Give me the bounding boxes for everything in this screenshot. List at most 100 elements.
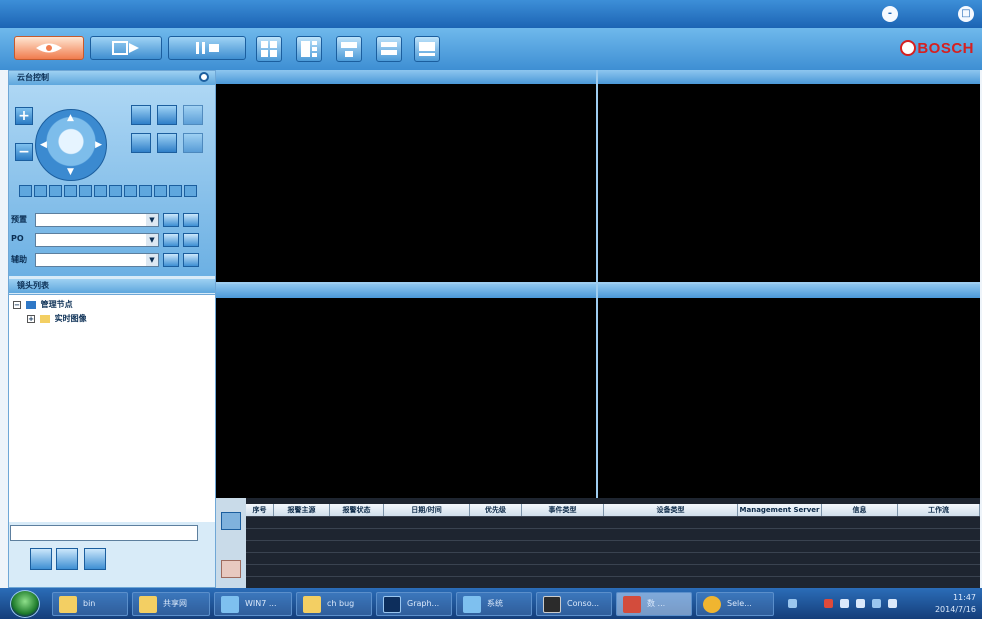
col-header[interactable]: 设备类型	[604, 504, 738, 516]
left-arrow-icon[interactable]: ◀	[40, 140, 47, 150]
minimize-button[interactable]: -	[882, 6, 898, 22]
tree-node-child[interactable]: + 实时图像	[27, 313, 87, 325]
main-toolbar: BOSCH	[0, 28, 982, 70]
chevron-down-icon[interactable]: ▼	[146, 214, 158, 226]
preset-key[interactable]	[124, 185, 137, 197]
wiper-button[interactable]	[183, 133, 203, 153]
pause-button[interactable]	[168, 36, 246, 60]
add-camera-button[interactable]	[30, 548, 52, 570]
display-icon[interactable]	[872, 599, 881, 608]
po-select[interactable]: ▼	[35, 233, 159, 247]
preset-key[interactable]	[94, 185, 107, 197]
zoom-in-button[interactable]: +	[15, 107, 33, 125]
search-input[interactable]	[10, 525, 198, 541]
preset-key[interactable]	[139, 185, 152, 197]
collapse-icon[interactable]: −	[13, 300, 21, 309]
taskbar-item[interactable]: Graph...	[376, 592, 452, 616]
volume-icon[interactable]	[888, 599, 897, 608]
layout-1plus3-button[interactable]	[296, 36, 322, 62]
user-button[interactable]	[84, 548, 106, 570]
focus-near-button[interactable]	[131, 105, 151, 125]
aux-on-button[interactable]	[163, 253, 179, 267]
col-header[interactable]: 报警状态	[330, 504, 384, 516]
language-icon[interactable]	[788, 599, 797, 608]
video-pane-1[interactable]	[216, 84, 596, 282]
video-pane-3[interactable]	[216, 298, 596, 498]
up-arrow-icon[interactable]: ▲	[67, 113, 74, 123]
zoom-out-button[interactable]: −	[15, 143, 33, 161]
preset-key[interactable]	[19, 185, 32, 197]
iris-close-button[interactable]	[157, 133, 177, 153]
tree-node-root[interactable]: − 管理节点	[13, 299, 73, 311]
taskbar-item[interactable]: 共享网	[132, 592, 210, 616]
col-header[interactable]: 报警主源	[274, 504, 330, 516]
settings-icon[interactable]	[199, 72, 209, 82]
preset-goto-button[interactable]	[163, 213, 179, 227]
brand-name: BOSCH	[917, 40, 974, 57]
preset-key[interactable]	[169, 185, 182, 197]
preset-key[interactable]	[64, 185, 77, 197]
network-icon[interactable]	[840, 599, 849, 608]
taskbar-item[interactable]: 数 ...	[616, 592, 692, 616]
preset-key[interactable]	[34, 185, 47, 197]
edit-camera-button[interactable]	[56, 548, 78, 570]
col-header[interactable]: 日期/时间	[384, 504, 470, 516]
col-header[interactable]: 序号	[246, 504, 274, 516]
po-off-button[interactable]	[183, 233, 199, 247]
left-panel: 云台控制 + − ▲ ▼ ◀ ▶ 预置 ▼ PO ▼ 辅助 ▼ 镜头列表 − 管…	[8, 70, 216, 588]
preset-save-button[interactable]	[183, 213, 199, 227]
preset-key[interactable]	[184, 185, 197, 197]
aux-select[interactable]: ▼	[35, 253, 159, 267]
preset-key[interactable]	[49, 185, 62, 197]
alarm-table-body[interactable]	[246, 516, 980, 588]
alarm-toolbar	[216, 498, 246, 588]
ptz-direction-dial[interactable]: ▲ ▼ ◀ ▶	[35, 109, 107, 181]
layout-rows-button[interactable]	[376, 36, 402, 62]
col-header[interactable]: 优先级	[470, 504, 522, 516]
taskbar-item[interactable]: Sele...	[696, 592, 774, 616]
chevron-down-icon[interactable]: ▼	[146, 254, 158, 266]
maximize-button[interactable]: □	[958, 6, 974, 22]
taskbar-item[interactable]: 系统	[456, 592, 532, 616]
security-icon[interactable]	[824, 599, 833, 608]
po-on-button[interactable]	[163, 233, 179, 247]
col-header[interactable]: 工作流	[898, 504, 980, 516]
layout-split-button[interactable]	[336, 36, 362, 62]
video-pane-4[interactable]	[598, 298, 980, 498]
clock[interactable]: 11:47 2014/7/16	[935, 592, 976, 616]
start-button[interactable]	[10, 590, 40, 618]
flag-icon[interactable]	[856, 599, 865, 608]
chevron-down-icon[interactable]: ▼	[146, 234, 158, 246]
col-header[interactable]: 信息	[822, 504, 898, 516]
preset-key[interactable]	[79, 185, 92, 197]
live-view-button[interactable]	[14, 36, 84, 60]
clear-icon[interactable]	[221, 560, 241, 578]
taskbar-item[interactable]: Conso...	[536, 592, 612, 616]
taskbar-item[interactable]: ch bug	[296, 592, 372, 616]
taskbar-item[interactable]: WIN7 ...	[214, 592, 292, 616]
edit-icon[interactable]	[221, 512, 241, 530]
preset-key[interactable]	[154, 185, 167, 197]
expand-icon[interactable]: +	[27, 314, 35, 323]
po-label: PO	[11, 234, 24, 243]
video-grid	[216, 70, 980, 498]
layout-single-button[interactable]	[414, 36, 440, 62]
col-header[interactable]: 事件类型	[522, 504, 604, 516]
clock-time: 11:47	[952, 593, 976, 602]
layout-quad-button[interactable]	[256, 36, 282, 62]
iris-open-button[interactable]	[157, 105, 177, 125]
task-label: WIN7 ...	[245, 599, 277, 608]
video-pane-2[interactable]	[598, 84, 980, 282]
aux-off-button[interactable]	[183, 253, 199, 267]
taskbar-item[interactable]: bin	[52, 592, 128, 616]
preset-key[interactable]	[109, 185, 122, 197]
task-label: bin	[83, 599, 96, 608]
clock-date: 2014/7/16	[934, 605, 976, 614]
down-arrow-icon[interactable]: ▼	[67, 167, 74, 177]
focus-far-button[interactable]	[131, 133, 151, 153]
preset-select[interactable]: ▼	[35, 213, 159, 227]
col-header[interactable]: Management Server	[738, 504, 822, 516]
playback-button[interactable]	[90, 36, 162, 60]
auto-button[interactable]	[183, 105, 203, 125]
right-arrow-icon[interactable]: ▶	[95, 140, 102, 150]
